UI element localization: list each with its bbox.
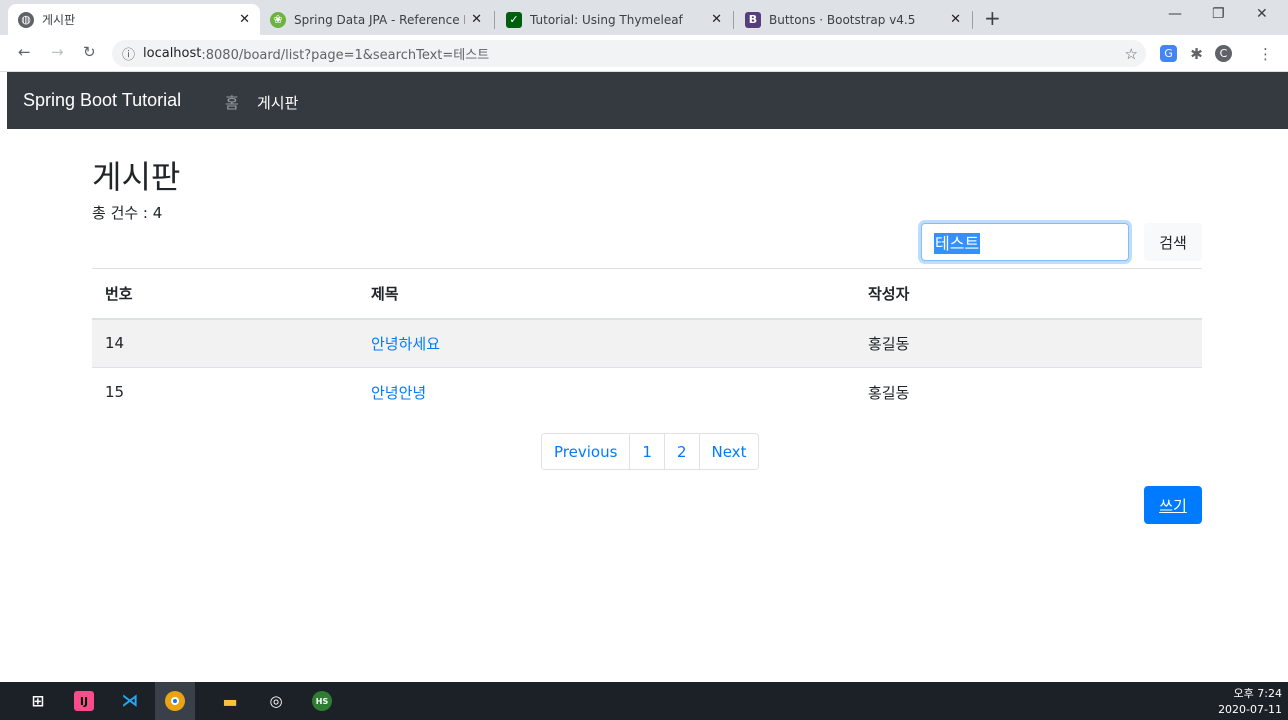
taskbar: ⊞ IJ ⋊ ▬ ◎ HS 오후 7:24 2020-07-11 [0,682,1288,720]
search-button[interactable]: 검색 [1144,223,1202,261]
site-info-icon[interactable]: ⓘ [122,44,135,63]
row-author: 홍길동 [855,318,1202,368]
row-number: 15 [92,367,358,417]
hs-app-icon[interactable]: HS [312,691,332,711]
tab-bootstrap[interactable]: B Buttons · Bootstrap v4.5 ✕ [735,4,971,35]
extensions-puzzle-icon[interactable]: ✱ [1188,45,1205,63]
clock-date: 2020-07-11 [1218,703,1282,716]
translate-extension-icon[interactable]: G [1160,45,1177,62]
new-tab-button[interactable]: + [984,6,1001,30]
nav-link-home[interactable]: 홈 [225,92,239,113]
column-header-number: 번호 [92,268,358,320]
page-link-1[interactable]: 1 [629,434,664,469]
column-header-title: 제목 [358,268,855,320]
tab-spring-data-jpa[interactable]: ❀ Spring Data JPA - Reference Do ✕ [260,4,492,35]
tab-title: 게시판 [42,13,76,27]
close-icon[interactable]: ✕ [950,12,961,27]
tab-title: Tutorial: Using Thymeleaf [530,12,683,27]
row-author: 홍길동 [855,367,1202,417]
close-icon[interactable]: ✕ [471,12,482,27]
chrome-icon[interactable] [165,691,185,711]
bookmark-star-icon[interactable]: ☆ [1125,45,1138,63]
vscode-icon[interactable]: ⋊ [120,691,140,711]
total-count: 총 건수 : 4 [92,204,163,222]
write-button[interactable]: 쓰기 [1144,486,1202,524]
row-title-link[interactable]: 안녕하세요 [371,335,440,353]
page-title: 게시판 [92,158,181,196]
page-link-2[interactable]: 2 [663,434,699,469]
column-header-author: 작성자 [855,268,1202,320]
table-row: 14 안녕하세요 홍길동 [92,318,1202,368]
board-table: 번호 제목 작성자 14 안녕하세요 홍길동 15 안녕안녕 홍길동 [92,268,1202,417]
intellij-icon[interactable]: IJ [74,691,94,711]
tab-title: Spring Data JPA - Reference Do [294,12,466,27]
back-icon[interactable]: ← [18,43,31,61]
navbar: Spring Boot Tutorial 홈 게시판 [7,72,1288,129]
search-input[interactable]: 테스트 [921,223,1129,261]
bootstrap-icon: B [745,11,761,28]
table-header-row: 번호 제목 작성자 [92,268,1202,320]
minimize-button[interactable]: — [1168,6,1182,22]
row-number: 14 [92,318,358,368]
windows-start-icon[interactable]: ⊞ [28,691,48,711]
row-title-link[interactable]: 안녕안녕 [371,384,426,402]
address-bar[interactable]: ⓘ localhost :8080/board/list?page=1&sear… [112,40,1146,67]
reload-icon[interactable]: ↻ [83,43,96,61]
browser-toolbar: ← → ↻ ⓘ localhost :8080/board/list?page=… [0,35,1288,72]
tab-board[interactable]: ◍ 게시판 ✕ [8,4,260,35]
restore-button[interactable]: ❐ [1212,6,1225,22]
spring-icon: ❀ [270,11,286,28]
page-previous[interactable]: Previous [542,434,630,469]
clock-time: 오후 7:24 [1233,687,1282,700]
pagination: Previous 1 2 Next [541,433,760,470]
url-path: :8080/board/list?page=1&searchText=테스트 [201,48,490,63]
thymeleaf-icon: ✓ [506,11,522,28]
nav-link-board[interactable]: 게시판 [257,92,298,113]
tab-thymeleaf[interactable]: ✓ Tutorial: Using Thymeleaf ✕ [496,4,732,35]
profile-avatar[interactable]: C [1215,45,1232,62]
row-title-cell: 안녕안녕 [358,367,855,417]
row-title-cell: 안녕하세요 [358,318,855,368]
tab-separator [972,11,973,29]
close-icon[interactable]: ✕ [711,12,722,27]
forward-icon[interactable]: → [51,43,64,61]
tab-title: Buttons · Bootstrap v4.5 [769,12,916,27]
globe-icon: ◍ [18,11,34,28]
browser-tab-strip: ◍ 게시판 ✕ ❀ Spring Data JPA - Reference Do… [0,0,1288,35]
obs-icon[interactable]: ◎ [266,691,286,711]
browser-menu-icon[interactable]: ⋮ [1257,45,1274,63]
tab-separator [494,11,495,29]
file-explorer-icon[interactable]: ▬ [220,691,240,711]
navbar-brand[interactable]: Spring Boot Tutorial [23,90,181,111]
search-input-value: 테스트 [934,233,981,254]
url-host: localhost [143,46,202,61]
window-close-button[interactable]: ✕ [1256,6,1268,22]
page-next[interactable]: Next [698,434,759,469]
tab-separator [733,11,734,29]
table-row: 15 안녕안녕 홍길동 [92,367,1202,417]
close-icon[interactable]: ✕ [239,12,250,27]
system-clock[interactable]: 오후 7:24 2020-07-11 [1218,686,1282,718]
